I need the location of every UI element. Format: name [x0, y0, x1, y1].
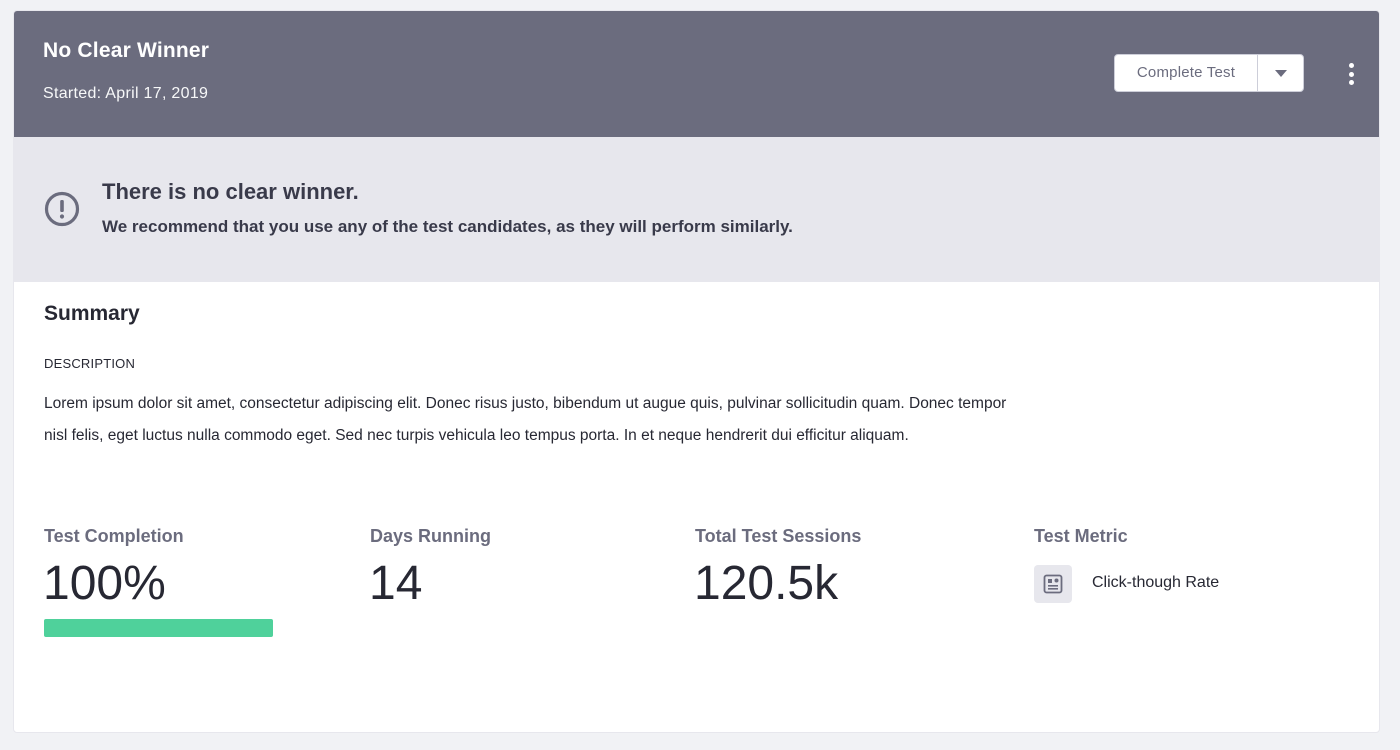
- test-metric-label: Test Metric: [1034, 526, 1128, 546]
- alert-title: There is no clear winner.: [102, 179, 359, 204]
- total-sessions-label: Total Test Sessions: [695, 526, 862, 546]
- kebab-dot: [1348, 80, 1354, 85]
- days-running-value: 14: [369, 557, 423, 610]
- test-results-card: No Clear Winner Started: April 17, 2019 …: [13, 10, 1380, 733]
- exclamation-circle-icon: [44, 191, 80, 227]
- test-title: No Clear Winner: [43, 39, 210, 62]
- test-header: No Clear Winner Started: April 17, 2019 …: [14, 11, 1379, 137]
- no-winner-alert: There is no clear winner. We recommend t…: [14, 137, 1379, 282]
- summary-heading: Summary: [44, 302, 140, 325]
- completion-progress-bar: [44, 619, 273, 637]
- completion-progress-fill: [44, 619, 273, 637]
- metric-card-icon-glyph: [1043, 574, 1063, 594]
- days-running-label: Days Running: [370, 526, 492, 546]
- alert-message: We recommend that you use any of the tes…: [102, 217, 793, 236]
- complete-test-button-group: Complete Test: [1114, 54, 1304, 92]
- description-label: DESCRIPTION: [44, 356, 136, 371]
- complete-test-button[interactable]: Complete Test: [1115, 55, 1258, 91]
- total-sessions-value: 120.5k: [694, 557, 839, 610]
- kebab-dot: [1348, 71, 1354, 77]
- description-text: Lorem ipsum dolor sit amet, consectetur …: [44, 395, 1007, 444]
- test-start-date: Started: April 17, 2019: [43, 85, 209, 102]
- test-completion-value: 100%: [43, 557, 166, 610]
- test-completion-label: Test Completion: [44, 526, 184, 546]
- kebab-dot: [1348, 63, 1354, 68]
- caret-down-icon: [1274, 69, 1287, 77]
- vertical-ellipsis-icon[interactable]: [1339, 61, 1363, 87]
- complete-test-dropdown-toggle[interactable]: [1258, 55, 1303, 91]
- metric-card-icon: [1034, 565, 1072, 603]
- test-metric-name: Click-though Rate: [1092, 574, 1220, 591]
